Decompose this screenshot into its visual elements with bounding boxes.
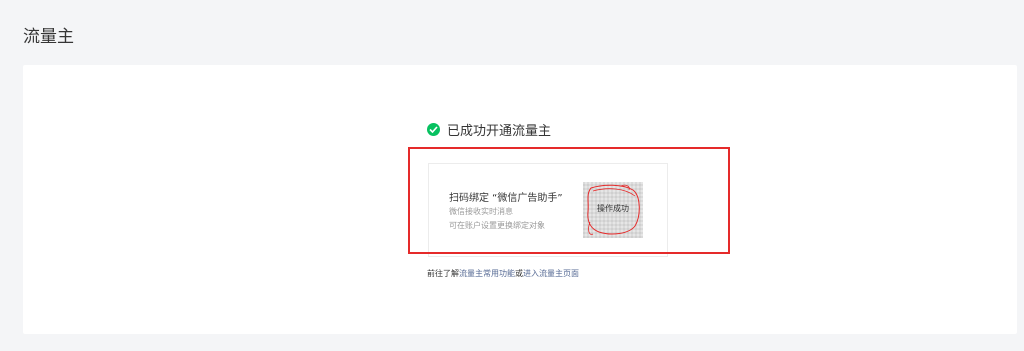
highlight-annotation	[408, 147, 730, 254]
common-features-link[interactable]: 流量主常用功能	[459, 269, 515, 278]
footer-prefix: 前往了解	[427, 269, 459, 278]
footer-or: 或	[515, 269, 523, 278]
page-title: 流量主	[23, 27, 74, 47]
success-text: 已成功开通流量主	[447, 124, 552, 139]
check-circle-icon	[427, 123, 440, 136]
footer-note: 前往了解流量主常用功能或进入流量主页面	[427, 268, 579, 279]
enter-page-link[interactable]: 进入流量主页面	[523, 269, 579, 278]
success-status: 已成功开通流量主	[427, 120, 551, 139]
